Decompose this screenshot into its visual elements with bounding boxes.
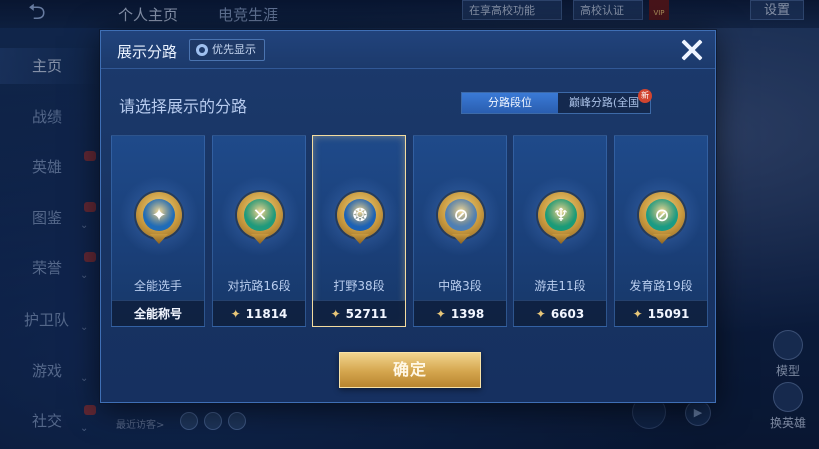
priority-display-label: 优先显示 bbox=[212, 43, 256, 56]
emblem-glyph: ♆ bbox=[545, 199, 577, 231]
emblem-glyph: ⊘ bbox=[445, 199, 477, 231]
emblem-glyph: ✕ bbox=[244, 199, 276, 231]
rank-star-icon: ✦ bbox=[535, 306, 546, 321]
gear-icon bbox=[196, 44, 208, 56]
modal-title: 展示分路 bbox=[117, 43, 178, 61]
close-button[interactable] bbox=[676, 35, 706, 65]
tab-lane-rank[interactable]: 分路段位 bbox=[462, 93, 558, 113]
lane-card-value: 15091 bbox=[647, 306, 690, 321]
lane-card[interactable]: ✕ 对抗路16段 ✦ 11814 bbox=[212, 135, 306, 327]
lane-card[interactable]: ♆ 游走11段 ✦ 6603 bbox=[513, 135, 607, 327]
lane-card-footer: ✦ 15091 bbox=[615, 300, 707, 326]
rank-star-icon: ✦ bbox=[330, 306, 341, 321]
lane-card[interactable]: ⊘ 中路3段 ✦ 1398 bbox=[413, 135, 507, 327]
lane-card-value: 52711 bbox=[345, 306, 388, 321]
emblem-glyph: ❂ bbox=[344, 199, 376, 231]
tab-peak-lane[interactable]: 巅峰分路(全国 新 bbox=[558, 89, 652, 113]
lane-card-value: 6603 bbox=[550, 306, 585, 321]
lane-mode-toggle: 分路段位 巅峰分路(全国 新 bbox=[461, 89, 652, 114]
lane-card-label: 对抗路16段 bbox=[227, 279, 291, 293]
lane-card-label: 游走11段 bbox=[534, 279, 586, 293]
lane-card-value: 11814 bbox=[245, 306, 288, 321]
confirm-button[interactable]: 确定 bbox=[339, 352, 481, 388]
lane-card-footer: ✦ 1398 bbox=[414, 300, 506, 326]
lane-card-label: 打野38段 bbox=[333, 279, 385, 293]
jungle-emblem-icon: ❂ bbox=[337, 192, 383, 238]
roam-emblem-icon: ♆ bbox=[538, 192, 584, 238]
rank-star-icon: ✦ bbox=[435, 306, 446, 321]
lane-card-footer: ✦ 6603 bbox=[514, 300, 606, 326]
farm-lane-emblem-icon: ⊘ bbox=[639, 192, 685, 238]
lane-display-modal: 展示分路 优先显示 请选择展示的分路 分路段位 巅峰分路(全国 新 ✦ 全能选手全… bbox=[100, 30, 716, 403]
section-title: 请选择展示的分路 bbox=[119, 97, 248, 116]
lane-card-footer: 全能称号 bbox=[112, 300, 204, 326]
lane-card-label: 发育路19段 bbox=[629, 279, 693, 293]
new-badge: 新 bbox=[638, 89, 652, 103]
all-round-emblem-icon: ✦ bbox=[136, 192, 182, 238]
mid-lane-emblem-icon: ⊘ bbox=[438, 192, 484, 238]
lane-card-label: 全能选手 bbox=[133, 279, 182, 293]
lane-card[interactable]: ✦ 全能选手全能称号 bbox=[111, 135, 205, 327]
clash-lane-emblem-icon: ✕ bbox=[237, 192, 283, 238]
lane-card-label: 中路3段 bbox=[438, 279, 482, 293]
lane-cards: ✦ 全能选手全能称号 ✕ 对抗路16段 ✦ 11814 ❂ 打野38段 ✦ 52711 ⊘ 中路3段 ✦… bbox=[111, 135, 711, 329]
emblem-glyph: ⊘ bbox=[646, 199, 678, 231]
lane-card[interactable]: ❂ 打野38段 ✦ 52711 bbox=[312, 135, 406, 327]
rank-star-icon: ✦ bbox=[230, 306, 241, 321]
priority-display-button[interactable]: 优先显示 bbox=[189, 39, 265, 61]
tab-peak-lane-label: 巅峰分路(全国 bbox=[568, 96, 640, 109]
lane-card-value: 全能称号 bbox=[133, 307, 182, 321]
lane-card-value: 1398 bbox=[450, 306, 485, 321]
emblem-glyph: ✦ bbox=[143, 199, 175, 231]
modal-header: 展示分路 优先显示 bbox=[101, 31, 715, 69]
lane-card-footer: ✦ 52711 bbox=[313, 300, 405, 326]
rank-star-icon: ✦ bbox=[632, 306, 643, 321]
lane-card-footer: ✦ 11814 bbox=[213, 300, 305, 326]
lane-card[interactable]: ⊘ 发育路19段 ✦ 15091 bbox=[614, 135, 708, 327]
